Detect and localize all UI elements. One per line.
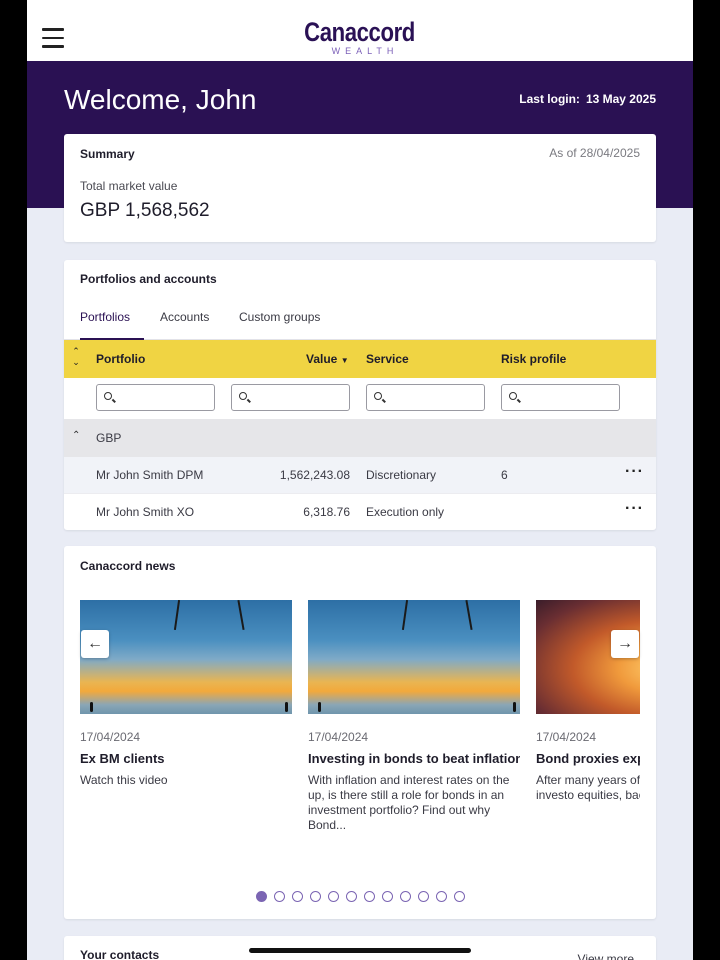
- more-options-icon[interactable]: ···: [625, 463, 644, 481]
- logo-subtitle: WEALTH: [331, 46, 399, 56]
- sort-desc-icon: ▼: [340, 356, 349, 365]
- news-headline[interactable]: Bond proxies expl: [536, 751, 640, 766]
- search-icon: [509, 392, 517, 400]
- carousel-dot[interactable]: [399, 891, 411, 902]
- news-item[interactable]: 17/04/2024 Ex BM clients Watch this vide…: [80, 600, 292, 788]
- portfolio-filter-input[interactable]: [96, 384, 215, 411]
- news-image: [308, 600, 520, 714]
- carousel-pagination: [64, 891, 656, 902]
- portfolio-value: 1,562,243.08: [279, 468, 350, 482]
- as-of-date: As of 28/04/2025: [549, 146, 640, 160]
- search-icon: [104, 392, 112, 400]
- logo-wordmark: Canaccord: [304, 17, 416, 47]
- carousel-dot[interactable]: [363, 891, 375, 902]
- carousel-next-button[interactable]: →: [611, 630, 639, 658]
- carousel-dot[interactable]: [255, 891, 267, 902]
- summary-title: Summary: [80, 147, 135, 161]
- total-market-value: GBP 1,568,562: [80, 200, 210, 221]
- search-icon: [374, 392, 382, 400]
- portfolio-value: 6,318.76: [303, 505, 350, 519]
- view-more-link[interactable]: View more: [578, 952, 634, 960]
- tab-accounts[interactable]: Accounts: [160, 310, 209, 340]
- carousel-dot[interactable]: [435, 891, 447, 902]
- total-market-value-label: Total market value: [80, 179, 178, 193]
- service-filter-input[interactable]: [366, 384, 485, 411]
- contacts-title: Your contacts: [80, 948, 160, 960]
- carousel-dot[interactable]: [381, 891, 393, 902]
- news-excerpt: With inflation and interest rates on the…: [308, 773, 510, 832]
- last-login-label: Last login:: [519, 92, 580, 106]
- portfolios-card: Portfolios and accounts Portfolios Accou…: [64, 260, 656, 530]
- portfolio-name[interactable]: Mr John Smith DPM: [96, 468, 203, 482]
- news-card: Canaccord news 17/04/2024 Ex BM clients …: [64, 546, 656, 919]
- tab-custom-groups[interactable]: Custom groups: [239, 310, 320, 340]
- expand-collapse-toggle[interactable]: ⌃ ⌄: [70, 346, 82, 372]
- news-excerpt: After many years of li time lows and inv…: [536, 773, 640, 802]
- group-label: GBP: [96, 431, 122, 445]
- more-options-icon[interactable]: ···: [625, 500, 644, 518]
- news-item[interactable]: 17/04/2024 Investing in bonds to beat in…: [308, 600, 520, 833]
- column-value-label: Value: [306, 352, 338, 366]
- carousel-dot[interactable]: [273, 891, 285, 902]
- news-excerpt: Watch this video: [80, 773, 168, 787]
- news-date: 17/04/2024: [308, 730, 369, 744]
- tab-portfolios[interactable]: Portfolios: [80, 310, 144, 340]
- carousel-dot[interactable]: [417, 891, 429, 902]
- brand-logo: Canaccord WEALTH: [27, 19, 693, 56]
- news-headline[interactable]: Ex BM clients: [80, 751, 292, 766]
- table-header: ⌃ ⌄ Portfolio Value ▼ Service Risk profil…: [64, 340, 656, 378]
- arrow-left-icon: ←: [87, 635, 103, 652]
- carousel-dot[interactable]: [453, 891, 465, 902]
- filter-row: [64, 378, 656, 419]
- news-date: 17/04/2024: [536, 730, 597, 744]
- column-risk-profile[interactable]: Risk profile: [501, 352, 566, 366]
- top-bar: Canaccord WEALTH: [27, 0, 693, 61]
- welcome-heading: Welcome, John: [64, 84, 257, 115]
- column-service[interactable]: Service: [366, 352, 409, 366]
- chevron-up-icon[interactable]: ⌃: [72, 430, 80, 441]
- portfolios-title: Portfolios and accounts: [80, 272, 217, 286]
- carousel-dot[interactable]: [309, 891, 321, 902]
- summary-card: Summary As of 28/04/2025 Total market va…: [64, 134, 656, 242]
- search-icon: [239, 392, 247, 400]
- carousel-prev-button[interactable]: ←: [81, 630, 109, 658]
- carousel-dot[interactable]: [291, 891, 303, 902]
- portfolio-service: Discretionary: [366, 468, 437, 482]
- column-value[interactable]: Value ▼: [306, 352, 349, 366]
- news-image: [80, 600, 292, 714]
- last-login-value: 13 May 2025: [585, 92, 656, 106]
- arrow-right-icon: →: [617, 635, 633, 652]
- carousel-dot[interactable]: [345, 891, 357, 902]
- home-indicator[interactable]: [249, 948, 471, 953]
- portfolio-risk: 6: [501, 468, 508, 482]
- portfolio-service: Execution only: [366, 505, 445, 519]
- portfolio-tabs: Portfolios Accounts Custom groups: [64, 302, 656, 340]
- value-filter-input[interactable]: [231, 384, 350, 411]
- group-row-gbp[interactable]: ⌃ GBP: [64, 419, 656, 457]
- news-headline[interactable]: Investing in bonds to beat inflation: [308, 751, 520, 766]
- column-portfolio[interactable]: Portfolio: [96, 352, 145, 366]
- news-carousel: 17/04/2024 Ex BM clients Watch this vide…: [80, 600, 640, 840]
- risk-filter-input[interactable]: [501, 384, 620, 411]
- news-date: 17/04/2024: [80, 730, 141, 744]
- carousel-dot[interactable]: [327, 891, 339, 902]
- portfolio-name[interactable]: Mr John Smith XO: [96, 505, 194, 519]
- table-row[interactable]: Mr John Smith XO 6,318.76 Execution only…: [64, 493, 656, 529]
- news-title: Canaccord news: [80, 559, 176, 573]
- app-screen: Canaccord WEALTH Welcome, John Last logi…: [27, 0, 693, 960]
- last-login: Last login: 13 May 2025: [519, 92, 656, 106]
- table-row[interactable]: Mr John Smith DPM 1,562,243.08 Discretio…: [64, 457, 656, 493]
